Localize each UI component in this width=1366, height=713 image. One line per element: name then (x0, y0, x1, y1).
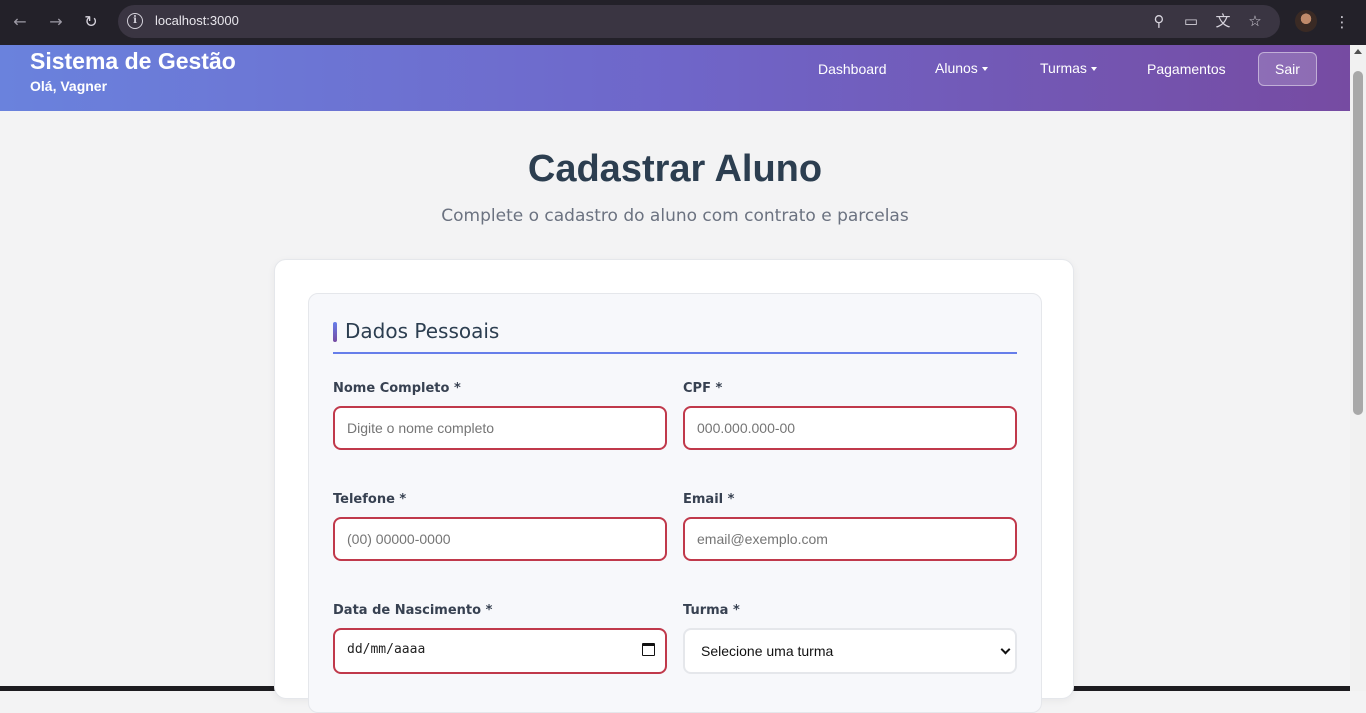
section-accent-bar (333, 322, 337, 342)
scroll-up-arrow-icon[interactable] (1354, 49, 1362, 54)
nome-label: Nome Completo * (333, 381, 461, 396)
logout-button[interactable]: Sair (1258, 52, 1317, 86)
caret-down-icon (1090, 67, 1097, 72)
reload-icon[interactable]: ↻ (80, 11, 102, 33)
turma-label: Turma * (683, 603, 740, 618)
nascimento-label: Data de Nascimento * (333, 603, 493, 618)
app-header: Sistema de Gestão Olá, Vagner Dashboard … (0, 45, 1350, 111)
turma-selected-value: Selecione uma turma (701, 643, 834, 659)
nav-turmas[interactable]: Turmas (1040, 60, 1097, 76)
page-subtitle: Complete o cadastro do aluno com contrat… (441, 206, 909, 226)
back-icon[interactable]: ← (9, 11, 31, 33)
scroll-thumb[interactable] (1353, 71, 1363, 415)
email-label: Email * (683, 492, 735, 507)
calendar-icon[interactable] (642, 643, 655, 656)
install-app-icon[interactable]: ▭ (1180, 10, 1202, 32)
personal-data-section: Dados Pessoais Nome Completo * CPF * Tel… (308, 293, 1042, 713)
section-title: Dados Pessoais (345, 319, 500, 343)
site-info-icon[interactable]: i (127, 13, 143, 29)
browser-toolbar: ← → ↻ i localhost:3000 ⚲ ▭ 文 ☆ ⋮ (0, 0, 1366, 45)
nav-dashboard[interactable]: Dashboard (818, 61, 887, 77)
vertical-scrollbar[interactable] (1350, 45, 1366, 691)
user-greeting: Olá, Vagner (30, 78, 108, 94)
turma-select[interactable]: Selecione uma turma (683, 628, 1017, 674)
password-key-icon[interactable]: ⚲ (1148, 10, 1170, 32)
nascimento-value: dd/mm/aaaa (347, 642, 426, 657)
nav-turmas-label: Turmas (1040, 60, 1087, 76)
cpf-label: CPF * (683, 381, 723, 396)
telefone-input[interactable] (333, 517, 667, 561)
nav-pagamentos[interactable]: Pagamentos (1147, 61, 1226, 77)
page-title: Cadastrar Aluno (527, 148, 823, 190)
forward-icon[interactable]: → (45, 11, 67, 33)
bookmark-star-icon[interactable]: ☆ (1244, 10, 1266, 32)
profile-avatar[interactable] (1295, 10, 1317, 32)
nav-alunos-label: Alunos (935, 60, 978, 76)
translate-icon[interactable]: 文 (1212, 10, 1234, 32)
nav-alunos[interactable]: Alunos (935, 60, 988, 76)
email-input[interactable] (683, 517, 1017, 561)
nome-input[interactable] (333, 406, 667, 450)
nascimento-date-input[interactable]: dd/mm/aaaa (333, 628, 667, 674)
caret-down-icon (981, 67, 988, 72)
form-card: Dados Pessoais Nome Completo * CPF * Tel… (274, 259, 1074, 713)
more-menu-icon[interactable]: ⋮ (1331, 11, 1353, 33)
address-bar[interactable]: i localhost:3000 ⚲ ▭ 文 ☆ (118, 5, 1280, 38)
chevron-down-icon (1000, 644, 1011, 655)
url-text[interactable]: localhost:3000 (155, 13, 239, 28)
cpf-input[interactable] (683, 406, 1017, 450)
brand-title: Sistema de Gestão (30, 48, 236, 74)
section-header: Dados Pessoais (333, 319, 1017, 354)
telefone-label: Telefone * (333, 492, 407, 507)
